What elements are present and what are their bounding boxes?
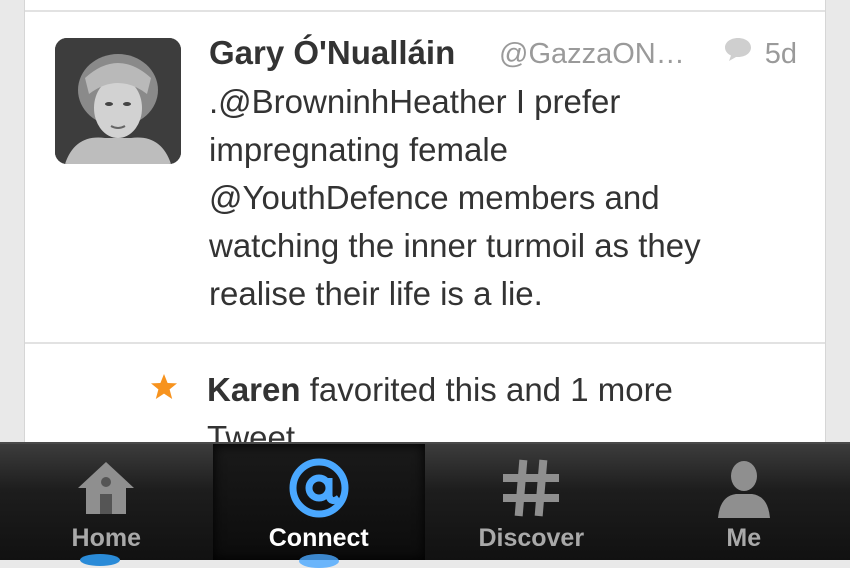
activity-user[interactable]: Karen	[207, 371, 301, 408]
tab-discover[interactable]: Discover	[425, 444, 638, 560]
tab-label: Discover	[425, 524, 638, 553]
display-name[interactable]: Gary Ó'Nualláin	[209, 34, 455, 72]
star-icon	[149, 372, 179, 402]
tweet-header: Gary Ó'Nualláin @GazzaON… 5d	[209, 34, 801, 78]
tweet-text-line: realise their life is a lie.	[209, 270, 799, 318]
hash-icon	[501, 458, 561, 518]
tab-bar: Home Connect Discover Me	[0, 442, 850, 560]
tweet-timestamp: 5d	[765, 38, 797, 71]
tweet-text-line: impregnating female	[209, 126, 799, 174]
at-icon	[286, 458, 352, 518]
active-indicator	[299, 554, 339, 568]
divider	[25, 342, 825, 344]
tab-connect[interactable]: Connect	[213, 444, 426, 560]
tweet-text-line: watching the inner turmoil as they	[209, 222, 799, 270]
avatar[interactable]	[55, 38, 181, 164]
divider	[25, 10, 825, 12]
activity-text: Karen favorited this and 1 more Tweet	[207, 366, 767, 444]
tweet-text: .@BrowninhHeather I prefer impregnating …	[209, 78, 799, 318]
conversation-icon	[723, 36, 753, 62]
timeline-feed: Gary Ó'Nualláin @GazzaON… 5d .@BrowninhH…	[24, 0, 826, 444]
tab-label: Me	[638, 524, 850, 553]
tweet-text-line: @YouthDefence members and	[209, 174, 799, 222]
tab-label: Connect	[213, 524, 426, 553]
tweet-text-line: .@BrowninhHeather I prefer	[209, 78, 799, 126]
tab-home[interactable]: Home	[0, 444, 213, 560]
unread-indicator	[80, 554, 120, 566]
home-icon	[74, 458, 138, 518]
user-handle[interactable]: @GazzaON…	[499, 38, 685, 71]
tab-label: Home	[0, 524, 213, 553]
tab-me[interactable]: Me	[638, 444, 850, 560]
person-icon	[714, 458, 774, 520]
